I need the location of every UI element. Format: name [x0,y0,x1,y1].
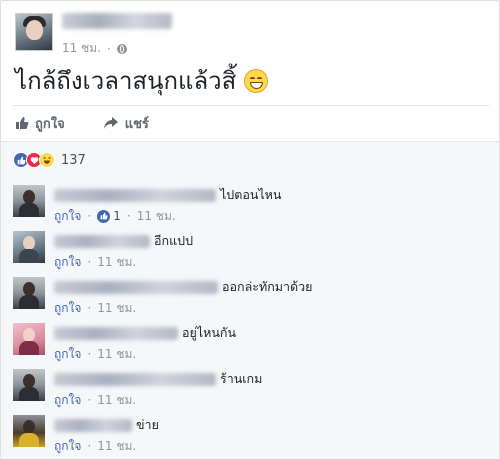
post-message: ไกล้ถึงเวลาสนุกแล้วสิ้ [15,67,237,95]
comment-time[interactable]: 11 ชม. [97,345,136,364]
commenter-name-redacted[interactable] [54,372,216,386]
comment-like-link[interactable]: ถูกใจ [54,207,81,226]
comment-item: ข่าย ถูกใจ · 11 ชม. [13,415,483,459]
comment-text: ข่าย [136,417,159,432]
grinning-face-emoji [244,69,269,93]
reactions-summary[interactable]: 137 [13,150,86,170]
comment-text: ไปตอนไหน [220,187,282,202]
commenter-name-redacted[interactable] [54,280,218,294]
comment-body: อีกแปป [54,233,193,249]
commenter-avatar[interactable] [13,369,45,401]
comment-like-link[interactable]: ถูกใจ [54,345,81,364]
comment-like-link[interactable]: ถูกใจ [54,299,81,318]
reaction-count: 137 [61,152,86,168]
globe-icon[interactable] [116,43,127,54]
comment-actions: ถูกใจ · 11 ชม. [54,300,136,316]
commenter-name-redacted[interactable] [54,234,150,248]
comment-body: ข่าย [54,417,159,433]
like-button[interactable]: ถูกใจ [15,113,65,134]
comment-time[interactable]: 11 ชม. [97,391,136,410]
comment-time[interactable]: 11 ชม. [137,207,176,226]
thumbs-up-icon [15,116,29,130]
comment-actions: ถูกใจ · 11 ชม. [54,438,136,454]
author-name-redacted[interactable] [62,13,172,29]
share-arrow-icon [103,116,119,130]
commenter-avatar[interactable] [13,277,45,309]
commenter-avatar[interactable] [13,415,45,447]
comment-body: ไปตอนไหน [54,187,281,203]
comment-time[interactable]: 11 ชม. [97,437,136,456]
comment-like-link[interactable]: ถูกใจ [54,437,81,456]
post-text: ไกล้ถึงเวลาสนุกแล้วสิ้ [15,63,269,99]
comment-actions: ถูกใจ · 1 · 11 ชม. [54,208,176,224]
post-card: 11 ชม. · ไกล้ถึงเวลาสนุกแล้วสิ้ ถูกใจ แช… [0,0,500,459]
comment-text: อยู่ไหนกัน [182,325,237,340]
comment-item: ร้านเกม ถูกใจ · 11 ชม. [13,369,483,413]
comment-like-link[interactable]: ถูกใจ [54,391,81,410]
post-time[interactable]: 11 ชม. [62,39,101,58]
commenter-avatar[interactable] [13,185,45,217]
commenter-avatar[interactable] [13,231,45,263]
comment-body: อยู่ไหนกัน [54,325,236,341]
post-meta: 11 ชม. · [62,39,127,58]
comment-item: ออกล่ะทักมาด้วย ถูกใจ · 11 ชม. [13,277,483,321]
comment-body: ร้านเกม [54,371,262,387]
comments-section: 137 ไปตอนไหน ถูกใจ · 1 · 11 ชม. อีกแปป ถ… [1,141,499,459]
commenter-name-redacted[interactable] [54,188,216,202]
comment-actions: ถูกใจ · 11 ชม. [54,254,136,270]
comment-time[interactable]: 11 ชม. [97,253,136,272]
author-avatar[interactable] [15,13,53,51]
commenter-avatar[interactable] [13,323,45,355]
comment-text: ร้านเกม [220,371,263,386]
divider [13,105,489,106]
share-button[interactable]: แชร์ [103,113,149,134]
like-reaction-icon [97,209,111,223]
share-label: แชร์ [124,116,149,132]
like-label: ถูกใจ [35,116,65,132]
comment-text: อีกแปป [154,233,194,248]
comment-text: ออกล่ะทักมาด้วย [222,279,313,294]
commenter-name-redacted[interactable] [54,326,178,340]
haha-reaction-icon [39,152,55,168]
post-header: 11 ชม. · [15,13,485,57]
comment-item: ไปตอนไหน ถูกใจ · 1 · 11 ชม. [13,185,483,229]
comment-like-count[interactable]: 1 [97,209,121,223]
comment-item: อีกแปป ถูกใจ · 11 ชม. [13,231,483,275]
commenter-name-redacted[interactable] [54,418,132,432]
post-action-bar: ถูกใจ แชร์ [15,110,149,136]
comment-like-link[interactable]: ถูกใจ [54,253,81,272]
comment-actions: ถูกใจ · 11 ชม. [54,346,136,362]
comment-body: ออกล่ะทักมาด้วย [54,279,313,295]
comment-actions: ถูกใจ · 11 ชม. [54,392,136,408]
comment-time[interactable]: 11 ชม. [97,299,136,318]
comment-item: อยู่ไหนกัน ถูกใจ · 11 ชม. [13,323,483,367]
